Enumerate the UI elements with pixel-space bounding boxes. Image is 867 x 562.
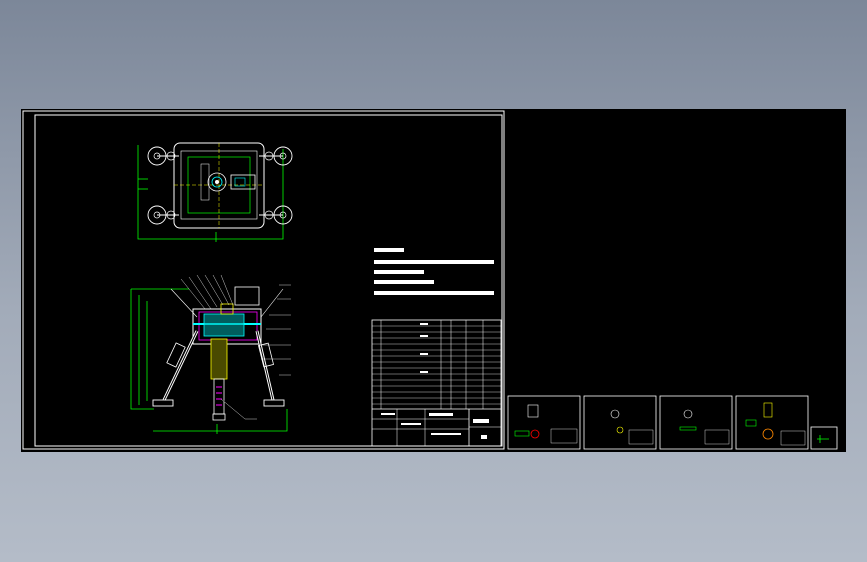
cad-drawing-canvas[interactable] (21, 109, 846, 452)
leg-pad-icon (263, 399, 285, 407)
front-view (130, 274, 291, 434)
top-view (137, 142, 293, 242)
parts-list-table (371, 319, 502, 447)
leg-pad-icon (152, 399, 174, 407)
sheet-thumbnail-3[interactable] (659, 395, 733, 450)
cad-drawing-svg (22, 110, 838, 450)
sheet-thumbnail-4[interactable] (735, 395, 809, 450)
sheet-thumbnail-2[interactable] (583, 395, 657, 450)
sheet-thumbnail-1[interactable] (507, 395, 581, 450)
technical-notes (374, 248, 494, 295)
sheet-thumbnail-5[interactable] (810, 426, 838, 450)
